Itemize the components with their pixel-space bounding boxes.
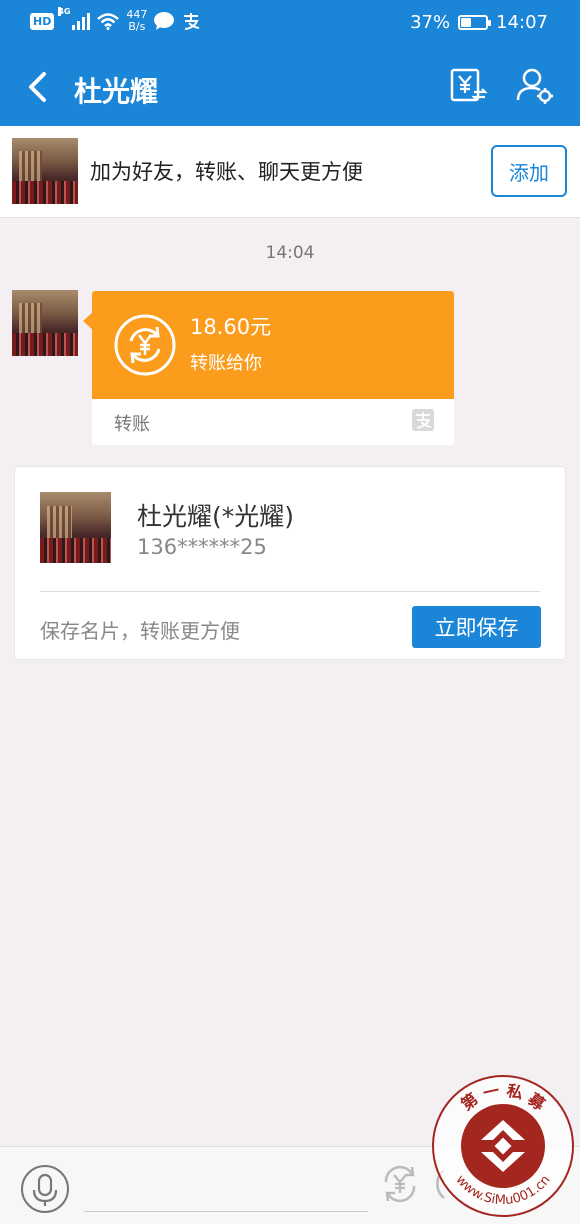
transfer-message[interactable]: 18.60元 转账给你 转账 [92, 291, 454, 445]
network-speed: 447 B/s [126, 9, 147, 33]
transfer-record-icon[interactable] [448, 66, 488, 106]
save-contact-hint: 保存名片，转账更方便 [40, 619, 240, 643]
avatar[interactable] [12, 138, 78, 204]
contact-phone: 136******25 [137, 535, 267, 559]
message-input[interactable] [84, 1161, 368, 1209]
transfer-amount: 18.60元 [190, 315, 272, 339]
divider [40, 591, 540, 592]
transfer-description: 转账给你 [190, 353, 262, 374]
sender-avatar[interactable] [12, 290, 78, 356]
transfer-yuan-icon [114, 314, 176, 376]
voice-input-icon[interactable] [20, 1164, 70, 1214]
battery-fill [461, 18, 471, 27]
transfer-type-label: 转账 [114, 414, 150, 435]
status-left: HD 4G 447 B/s [30, 7, 201, 33]
transfer-message-header: 18.60元 转账给你 [92, 291, 454, 399]
alipay-status-icon [184, 13, 200, 30]
wifi-icon [97, 13, 120, 30]
back-icon[interactable] [24, 70, 54, 104]
contact-name: 杜光耀(*光耀) [137, 502, 295, 531]
input-underline [84, 1211, 368, 1212]
network-type: 4G [58, 7, 71, 16]
user-settings-icon[interactable] [515, 66, 555, 106]
battery-percent: 37% [410, 12, 451, 33]
transfer-money-icon[interactable] [378, 1162, 422, 1206]
nav-bar: 杜光耀 [0, 48, 580, 126]
add-friend-banner: 加为好友，转账、聊天更方便 添加 [0, 126, 580, 218]
battery-icon [458, 15, 492, 30]
chat-bubble-icon [154, 12, 175, 30]
watermark-seal: 第 一 私 募 www.SiMu001.cn [432, 1075, 574, 1217]
clock: 14:07 [496, 12, 548, 33]
alipay-icon [412, 409, 434, 431]
speed-unit: B/s [128, 20, 146, 33]
contact-avatar [40, 492, 111, 563]
hd-badge: HD [30, 12, 55, 30]
page-title: 杜光耀 [74, 75, 159, 108]
contact-card: 杜光耀(*光耀) 136******25 保存名片，转账更方便 立即保存 [14, 466, 566, 660]
add-friend-button[interactable]: 添加 [491, 145, 567, 197]
status-right: 37% 14:07 [410, 12, 548, 33]
save-contact-button[interactable]: 立即保存 [412, 606, 541, 648]
status-bar: HD 4G 447 B/s 37% 14:07 [0, 0, 580, 48]
message-time: 14:04 [265, 243, 315, 263]
add-friend-hint: 加为好友，转账、聊天更方便 [90, 160, 363, 184]
signal-icon: 4G [58, 7, 91, 30]
